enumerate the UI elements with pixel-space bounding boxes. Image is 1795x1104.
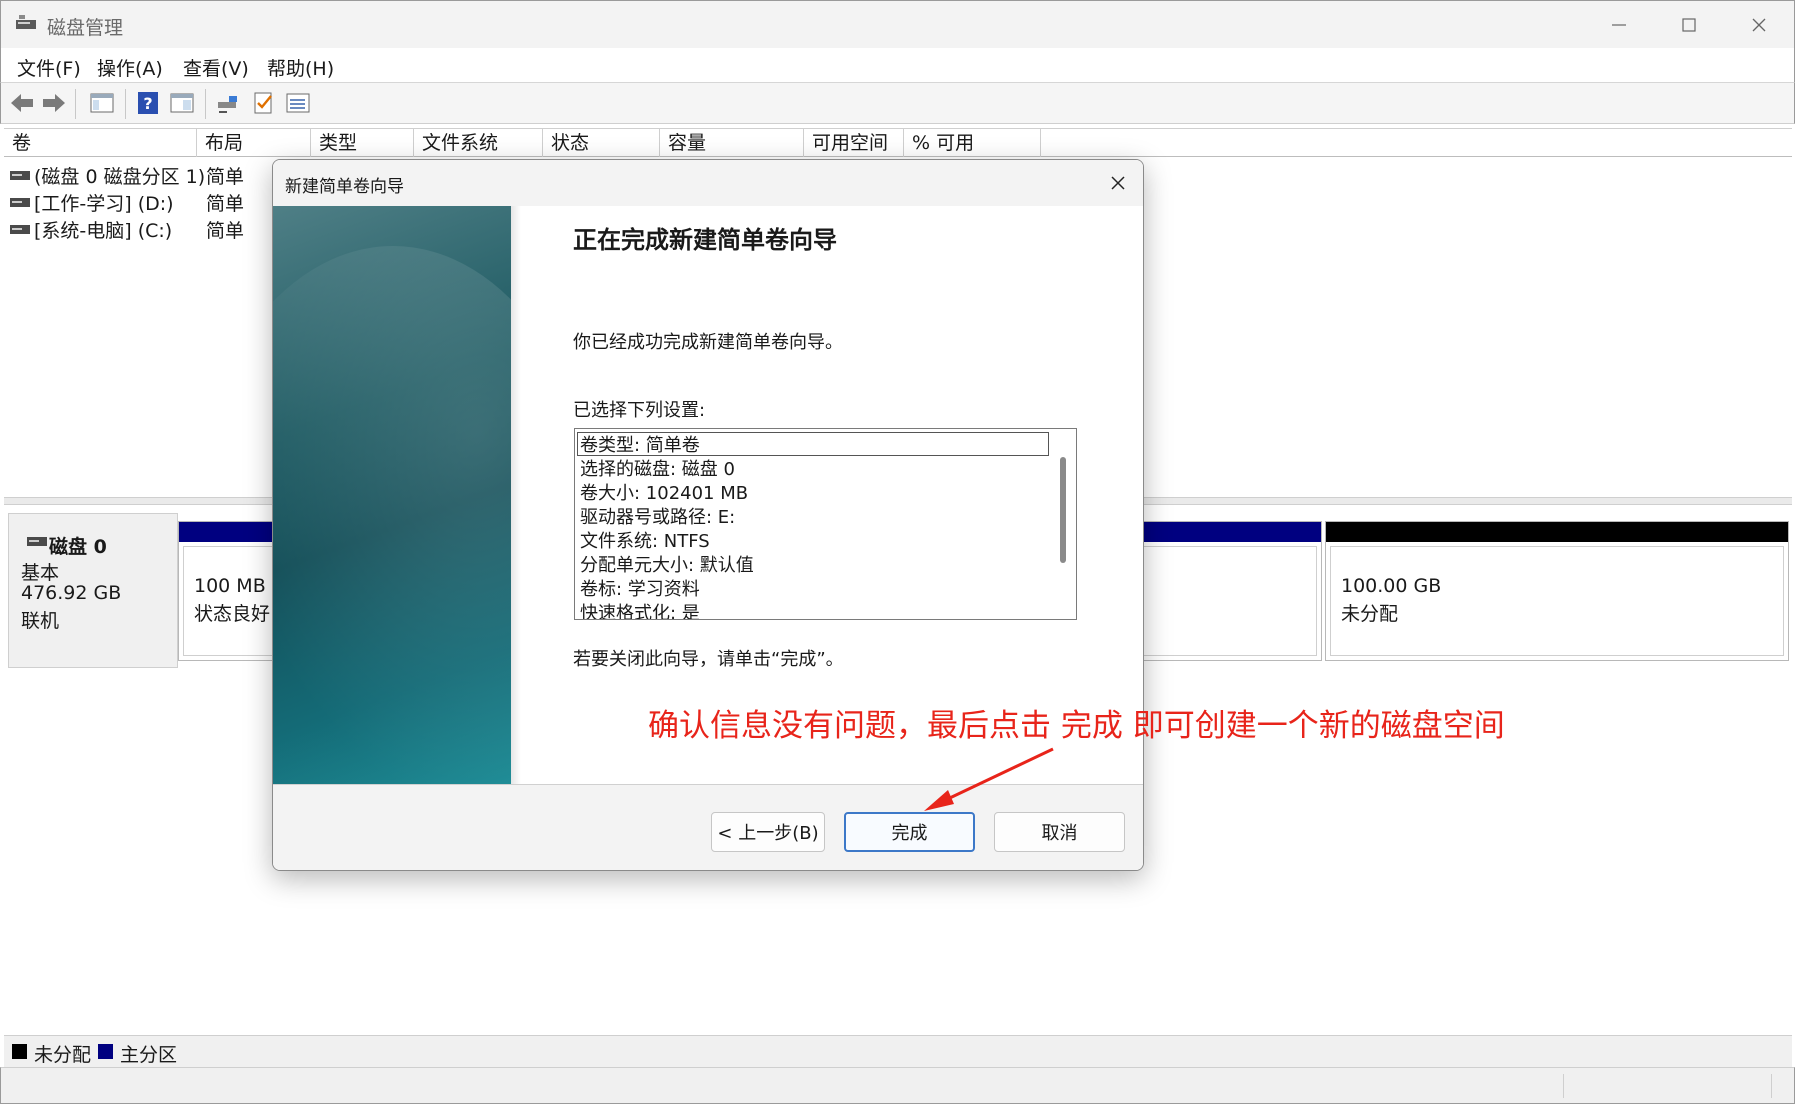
connect-icon[interactable] bbox=[215, 90, 241, 116]
partition-band bbox=[1326, 522, 1788, 542]
legend-label-unallocated: 未分配 bbox=[34, 1044, 92, 1066]
dialog-close-button[interactable] bbox=[1103, 168, 1133, 198]
legend-swatch-unallocated bbox=[12, 1044, 27, 1059]
back-icon[interactable] bbox=[9, 90, 35, 116]
disk-size: 476.92 GB bbox=[21, 582, 122, 604]
legend-swatch-primary bbox=[98, 1044, 113, 1059]
wizard-banner-image bbox=[273, 206, 511, 784]
partition-size: 100.00 GB bbox=[1339, 575, 1444, 597]
setting-item: 卷类型: 简单卷 bbox=[580, 435, 700, 456]
wizard-heading: 正在完成新建简单卷向导 bbox=[573, 226, 837, 254]
setting-item: 快速格式化: 是 bbox=[580, 603, 700, 620]
col-type[interactable]: 类型 bbox=[311, 129, 414, 157]
close-icon bbox=[1752, 18, 1766, 32]
console-tree-icon[interactable] bbox=[89, 90, 115, 116]
svg-text:?: ? bbox=[143, 94, 152, 113]
properties-icon[interactable] bbox=[169, 90, 195, 116]
setting-item: 卷标: 学习资料 bbox=[580, 579, 700, 600]
menu-file[interactable]: 文件(F) bbox=[15, 52, 83, 83]
dialog-title: 新建简单卷向导 bbox=[285, 177, 404, 197]
help-icon[interactable]: ? bbox=[135, 90, 161, 116]
close-hint: 若要关闭此向导，请单击“完成”。 bbox=[573, 649, 844, 670]
menu-bar: 文件(F) 操作(A) 查看(V) 帮助(H) bbox=[0, 48, 1795, 82]
forward-icon[interactable] bbox=[41, 90, 67, 116]
new-simple-volume-wizard: 新建简单卷向导 正在完成新建简单卷向导 你已经成功完成新建简单卷向导。 已选择下… bbox=[272, 159, 1144, 871]
close-button[interactable] bbox=[1724, 1, 1794, 49]
partition-status: 未分配 bbox=[1339, 599, 1401, 626]
status-bar bbox=[0, 1067, 1795, 1104]
window-title: 磁盘管理 bbox=[47, 17, 124, 39]
partition-unallocated[interactable]: 100.00 GB 未分配 bbox=[1325, 521, 1789, 661]
volume-layout: 简单 bbox=[206, 193, 245, 215]
col-filesystem[interactable]: 文件系统 bbox=[414, 129, 543, 157]
disk-management-icon bbox=[16, 15, 36, 29]
setting-item: 文件系统: NTFS bbox=[580, 531, 710, 552]
col-volume[interactable]: 卷 bbox=[4, 129, 197, 157]
settings-list[interactable]: 卷类型: 简单卷 选择的磁盘: 磁盘 0 卷大小: 102401 MB 驱动器号… bbox=[574, 428, 1077, 620]
partition-size: 100 MB bbox=[192, 575, 268, 597]
settings-label: 已选择下列设置: bbox=[573, 400, 706, 421]
settings-scrollbar[interactable] bbox=[1060, 457, 1066, 563]
partition-body: 100.00 GB 未分配 bbox=[1330, 546, 1784, 656]
disk-type: 基本 bbox=[21, 562, 60, 584]
disk-info[interactable]: 磁盘 0 基本 476.92 GB 联机 bbox=[8, 513, 178, 668]
legend-label-primary: 主分区 bbox=[120, 1044, 178, 1066]
col-percent-free[interactable]: % 可用 bbox=[904, 129, 1041, 157]
volume-layout: 简单 bbox=[206, 166, 245, 188]
maximize-icon bbox=[1682, 18, 1696, 32]
disk-status: 联机 bbox=[21, 610, 60, 632]
banner-edge bbox=[511, 206, 521, 784]
dialog-footer: < 上一步(B) 完成 取消 bbox=[273, 785, 1143, 870]
setting-item: 驱动器号或路径: E: bbox=[580, 507, 736, 528]
setting-item: 选择的磁盘: 磁盘 0 bbox=[580, 459, 735, 480]
volume-layout: 简单 bbox=[206, 220, 245, 242]
volume-name: (磁盘 0 磁盘分区 1) bbox=[34, 166, 206, 188]
annotation-text: 确认信息没有问题，最后点击 完成 即可创建一个新的磁盘空间 bbox=[648, 708, 1505, 744]
col-status[interactable]: 状态 bbox=[543, 129, 660, 157]
col-free-space[interactable]: 可用空间 bbox=[804, 129, 904, 157]
wizard-intro: 你已经成功完成新建简单卷向导。 bbox=[573, 332, 843, 353]
toolbar: ? bbox=[0, 82, 1795, 124]
setting-item: 卷大小: 102401 MB bbox=[580, 483, 749, 504]
legend: 未分配 主分区 bbox=[4, 1035, 1792, 1067]
menu-action[interactable]: 操作(A) bbox=[95, 52, 165, 83]
back-button[interactable]: < 上一步(B) bbox=[711, 812, 825, 852]
volume-column-header: 卷 布局 类型 文件系统 状态 容量 可用空间 % 可用 bbox=[4, 128, 1792, 157]
menu-view[interactable]: 查看(V) bbox=[181, 52, 251, 83]
dialog-title-bar: 新建简单卷向导 bbox=[273, 160, 1143, 206]
col-capacity[interactable]: 容量 bbox=[660, 129, 804, 157]
maximize-button[interactable] bbox=[1654, 1, 1724, 49]
drive-icon bbox=[10, 198, 30, 207]
title-bar: 磁盘管理 bbox=[0, 0, 1795, 48]
volume-name: [系统-电脑] (C:) bbox=[34, 220, 173, 242]
minimize-icon bbox=[1612, 24, 1626, 26]
list-icon[interactable] bbox=[285, 90, 311, 116]
col-layout[interactable]: 布局 bbox=[197, 129, 311, 157]
finish-button[interactable]: 完成 bbox=[844, 812, 975, 852]
close-icon bbox=[1111, 176, 1125, 190]
drive-icon bbox=[27, 537, 47, 546]
checklist-icon[interactable] bbox=[251, 90, 277, 116]
minimize-button[interactable] bbox=[1584, 1, 1654, 49]
disk-name: 磁盘 0 bbox=[49, 536, 107, 558]
setting-item: 分配单元大小: 默认值 bbox=[580, 555, 754, 576]
cancel-button[interactable]: 取消 bbox=[994, 812, 1125, 852]
menu-help[interactable]: 帮助(H) bbox=[265, 52, 336, 83]
volume-name: [工作-学习] (D:) bbox=[34, 193, 174, 215]
drive-icon bbox=[10, 225, 30, 234]
drive-icon bbox=[10, 171, 30, 180]
